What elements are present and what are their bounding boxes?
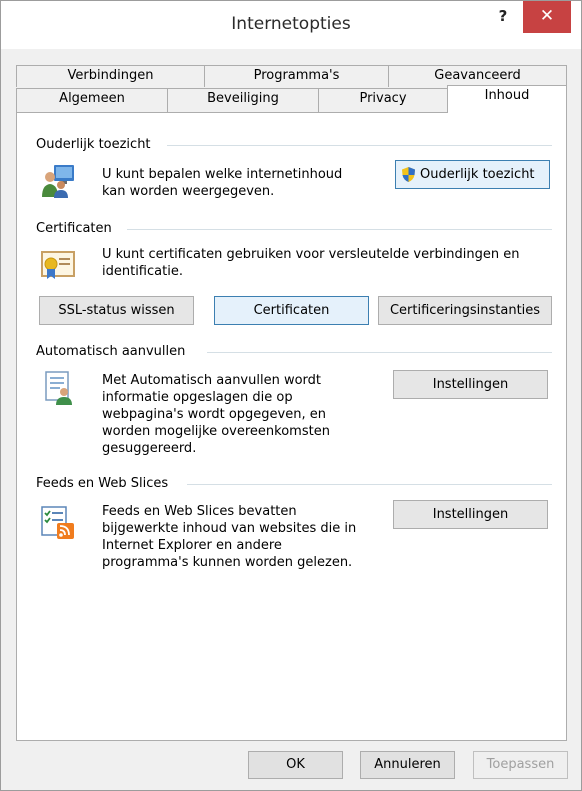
apply-button[interactable]: Toepassen [473, 751, 568, 779]
cancel-button[interactable]: Annuleren [360, 751, 455, 779]
tab-label: Beveiliging [207, 91, 279, 106]
certificates-desc-line: U kunt certificaten gebruiken voor versl… [102, 247, 520, 262]
publishers-button[interactable]: Certificeringsinstanties [378, 296, 552, 325]
feeds-desc-line: Feeds en Web Slices bevatten [102, 504, 297, 519]
feeds-group-title: Feeds en Web Slices [36, 476, 175, 491]
tab-content[interactable]: Inhoud [447, 85, 567, 113]
content-tab-panel: Ouderlijk toezicht U kunt bepalen welke … [16, 112, 567, 741]
tab-connections[interactable]: Verbindingen [16, 65, 205, 87]
group-divider [167, 145, 552, 146]
parental-desc-line: kan worden weergegeven. [102, 184, 275, 199]
feeds-desc-line: bijgewerkte inhoud van websites die in [102, 521, 357, 536]
certificates-group-title: Certificaten [36, 221, 118, 236]
feeds-icon [41, 506, 74, 539]
help-button[interactable]: ? [485, 1, 521, 33]
family-safety-icon [42, 165, 74, 198]
certificates-description: U kunt certificaten gebruiken voor versl… [102, 246, 520, 280]
group-divider [187, 484, 552, 485]
tab-label: Algemeen [59, 91, 125, 106]
feeds-desc-line: programma's kunnen worden gelezen. [102, 555, 353, 570]
parental-desc-line: U kunt bepalen welke internetinhoud [102, 167, 343, 182]
parental-controls-button[interactable]: Ouderlijk toezicht [395, 160, 550, 189]
tab-label: Geavanceerd [434, 68, 521, 83]
feeds-desc-line: Internet Explorer en andere [102, 538, 282, 553]
certificates-button[interactable]: Certificaten [214, 296, 369, 325]
tab-advanced[interactable]: Geavanceerd [388, 65, 567, 87]
autocomplete-desc-line: worden mogelijke overeenkomsten [102, 424, 330, 439]
parental-description: U kunt bepalen welke internetinhoud kan … [102, 166, 342, 200]
ok-button[interactable]: OK [248, 751, 343, 779]
tab-general[interactable]: Algemeen [16, 88, 168, 112]
tab-programs[interactable]: Programma's [204, 65, 389, 87]
certificates-desc-line: identificatie. [102, 264, 183, 279]
close-button[interactable]: ✕ [523, 1, 571, 33]
group-divider [127, 229, 552, 230]
autocomplete-group-title: Automatisch aanvullen [36, 344, 192, 359]
close-icon[interactable]: ✕ [540, 6, 554, 26]
feeds-settings-button[interactable]: Instellingen [393, 500, 548, 529]
uac-shield-icon [402, 167, 415, 182]
tab-label: Verbindingen [67, 68, 154, 83]
tab-label: Inhoud [484, 88, 530, 103]
tab-privacy[interactable]: Privacy [318, 88, 448, 112]
tab-security[interactable]: Beveiliging [167, 88, 319, 112]
parental-group-title: Ouderlijk toezicht [36, 137, 157, 152]
tab-label: Programma's [253, 68, 340, 83]
tab-label: Privacy [359, 91, 407, 106]
autocomplete-desc-line: informatie opgeslagen die op [102, 390, 293, 405]
certificate-icon [41, 251, 75, 279]
internet-options-window: Internetopties ? ✕ Verbindingen Programm… [0, 0, 582, 791]
autocomplete-description: Met Automatisch aanvullen wordt informat… [102, 372, 330, 457]
feeds-description: Feeds en Web Slices bevatten bijgewerkte… [102, 503, 356, 571]
autocomplete-desc-line: Met Automatisch aanvullen wordt [102, 373, 322, 388]
clear-ssl-state-button[interactable]: SSL-status wissen [39, 296, 194, 325]
autocomplete-icon [45, 371, 72, 405]
parental-controls-label: Ouderlijk toezicht [420, 167, 535, 182]
group-divider [207, 352, 552, 353]
autocomplete-desc-line: webpagina's wordt opgegeven, en [102, 407, 326, 422]
autocomplete-settings-button[interactable]: Instellingen [393, 370, 548, 399]
autocomplete-desc-line: gesuggereerd. [102, 441, 197, 456]
title-bar: Internetopties ? ✕ [1, 1, 581, 49]
